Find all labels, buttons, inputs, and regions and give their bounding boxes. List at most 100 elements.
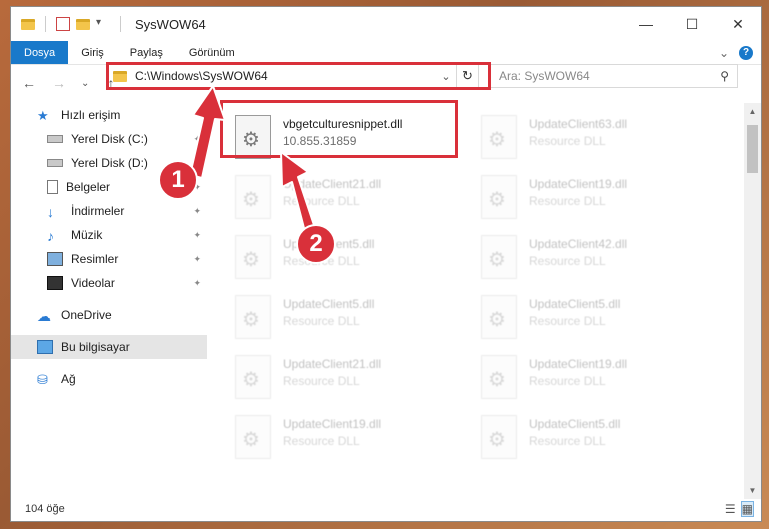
file-text: UpdateClient63.dll Resource DLL xyxy=(529,111,627,163)
file-item[interactable]: UpdateClient21.dll Resource DLL xyxy=(235,171,475,223)
sidebar-item-local-disk-c[interactable]: Yerel Disk (C:) ✦ xyxy=(11,127,207,151)
scroll-up-icon[interactable]: ▲ xyxy=(744,103,761,120)
minimize-button[interactable]: — xyxy=(623,7,669,41)
dll-file-icon xyxy=(481,175,517,219)
drive-icon xyxy=(47,135,63,143)
maximize-button[interactable]: ☐ xyxy=(669,7,715,41)
sidebar-item-label: Yerel Disk (D:) xyxy=(71,156,148,170)
dll-file-icon xyxy=(481,295,517,339)
file-text: UpdateClient19.dll Resource DLL xyxy=(529,351,627,403)
file-description: Resource DLL xyxy=(529,374,606,388)
file-text: UpdateClient19.dll Resource DLL xyxy=(283,411,381,463)
dll-file-icon xyxy=(481,355,517,399)
toolbar-separator xyxy=(120,16,121,32)
file-item[interactable]: UpdateClient5.dll Resource DLL xyxy=(481,291,721,343)
properties-icon[interactable] xyxy=(56,17,70,31)
file-item[interactable]: UpdateClient42.dll Resource DLL xyxy=(481,231,721,283)
file-item[interactable]: UpdateClient19.dll Resource DLL xyxy=(481,351,721,403)
sidebar-item-onedrive[interactable]: ☁ OneDrive xyxy=(11,303,207,327)
dll-file-icon xyxy=(235,295,271,339)
drive-icon xyxy=(47,159,63,167)
close-button[interactable]: ✕ xyxy=(715,7,761,41)
file-name: UpdateClient19.dll xyxy=(529,177,628,191)
recent-locations-button[interactable]: ⌄ xyxy=(81,78,89,89)
pin-icon[interactable]: ✦ xyxy=(193,278,201,289)
sidebar-item-pictures[interactable]: Resimler ✦ xyxy=(11,247,207,271)
file-name: UpdateClient19.dll xyxy=(529,357,628,371)
sidebar-item-quick-access[interactable]: ★ Hızlı erişim xyxy=(11,103,207,127)
dll-file-icon xyxy=(235,235,271,279)
file-description: Resource DLL xyxy=(283,194,360,208)
tab-view[interactable]: Görünüm xyxy=(176,41,248,64)
sidebar-item-label: Müzik xyxy=(71,228,103,242)
file-item[interactable]: UpdateClient19.dll Resource DLL xyxy=(235,411,475,463)
file-item[interactable]: UpdateClient5.dll Resource DLL xyxy=(235,231,475,283)
file-name: UpdateClient5.dll xyxy=(529,417,621,431)
address-highlight-box xyxy=(106,62,491,90)
file-text: UpdateClient5.dll Resource DLL xyxy=(529,291,620,343)
back-button[interactable]: ← xyxy=(21,75,37,91)
customize-toolbar-icon[interactable]: ▾ xyxy=(96,17,110,31)
pin-icon[interactable]: ✦ xyxy=(193,230,201,241)
vertical-scrollbar[interactable]: ▲ ▼ xyxy=(744,103,761,499)
file-text: UpdateClient5.dll Resource DLL xyxy=(283,291,374,343)
file-highlight-box xyxy=(220,100,458,158)
scrollbar-thumb[interactable] xyxy=(747,125,758,173)
sidebar-item-label: İndirmeler xyxy=(71,204,125,218)
window-controls: — ☐ ✕ xyxy=(623,7,761,41)
sidebar-item-downloads[interactable]: ↓ İndirmeler ✦ xyxy=(11,199,207,223)
file-description: Resource DLL xyxy=(283,374,360,388)
file-item[interactable]: UpdateClient5.dll Resource DLL xyxy=(481,411,721,463)
view-switcher: ☰ ▦ xyxy=(725,501,755,517)
file-text: UpdateClient5.dll Resource DLL xyxy=(529,411,620,463)
tab-home[interactable]: Giriş xyxy=(68,41,117,64)
tab-file[interactable]: Dosya xyxy=(11,41,69,64)
file-item[interactable]: UpdateClient5.dll Resource DLL xyxy=(235,291,475,343)
sidebar-item-music[interactable]: ♪ Müzik ✦ xyxy=(11,223,207,247)
sidebar-item-label: Yerel Disk (C:) xyxy=(71,132,148,146)
file-description: Resource DLL xyxy=(529,134,606,148)
file-description: Resource DLL xyxy=(529,194,606,208)
cloud-icon: ☁ xyxy=(37,308,51,324)
details-view-icon[interactable]: ☰ xyxy=(725,502,736,516)
file-description: Resource DLL xyxy=(283,434,360,448)
file-item[interactable]: UpdateClient19.dll Resource DLL xyxy=(481,171,721,223)
file-item[interactable]: UpdateClient63.dll Resource DLL xyxy=(481,111,721,163)
file-list: vbgetculturesnippet.dll 10.855.31859 Upd… xyxy=(225,103,731,483)
forward-button[interactable]: → xyxy=(51,75,67,91)
file-text: UpdateClient21.dll Resource DLL xyxy=(283,171,381,223)
help-icon[interactable]: ? xyxy=(739,45,753,60)
file-description: Resource DLL xyxy=(283,314,360,328)
sidebar-item-network[interactable]: ⛁ Ağ xyxy=(11,367,207,391)
search-icon[interactable]: ⚲ xyxy=(720,69,729,83)
download-icon: ↓ xyxy=(47,204,54,220)
expand-ribbon-icon[interactable]: ⌄ xyxy=(719,46,729,60)
toolbar-separator xyxy=(45,16,46,32)
new-folder-icon[interactable] xyxy=(76,18,90,30)
file-text: UpdateClient19.dll Resource DLL xyxy=(529,171,627,223)
search-input[interactable]: Ara: SysWOW64 ⚲ xyxy=(490,64,738,88)
pin-icon[interactable]: ✦ xyxy=(193,158,201,169)
title-bar: ▾ SysWOW64 — ☐ ✕ xyxy=(11,7,761,41)
file-name: UpdateClient5.dll xyxy=(529,297,621,311)
file-description: Resource DLL xyxy=(529,254,606,268)
sidebar-item-this-pc[interactable]: Bu bilgisayar xyxy=(11,335,207,359)
file-name: UpdateClient21.dll xyxy=(283,177,382,191)
tab-share[interactable]: Paylaş xyxy=(117,41,176,64)
file-text: UpdateClient21.dll Resource DLL xyxy=(283,351,381,403)
pin-icon[interactable]: ✦ xyxy=(193,254,201,265)
large-icons-view-icon[interactable]: ▦ xyxy=(740,501,755,517)
sidebar-item-label: Belgeler xyxy=(66,180,111,194)
pin-icon[interactable]: ✦ xyxy=(193,134,201,145)
sidebar-item-videos[interactable]: Videolar ✦ xyxy=(11,271,207,295)
file-name: UpdateClient5.dll xyxy=(283,297,375,311)
dll-file-icon xyxy=(481,115,517,159)
file-item[interactable]: UpdateClient21.dll Resource DLL xyxy=(235,351,475,403)
pin-icon[interactable]: ✦ xyxy=(193,206,201,217)
star-icon: ★ xyxy=(37,108,49,123)
file-name: UpdateClient63.dll xyxy=(529,117,628,131)
sidebar-item-label: Videolar xyxy=(71,276,115,290)
file-description: Resource DLL xyxy=(529,434,606,448)
dll-file-icon xyxy=(235,175,271,219)
